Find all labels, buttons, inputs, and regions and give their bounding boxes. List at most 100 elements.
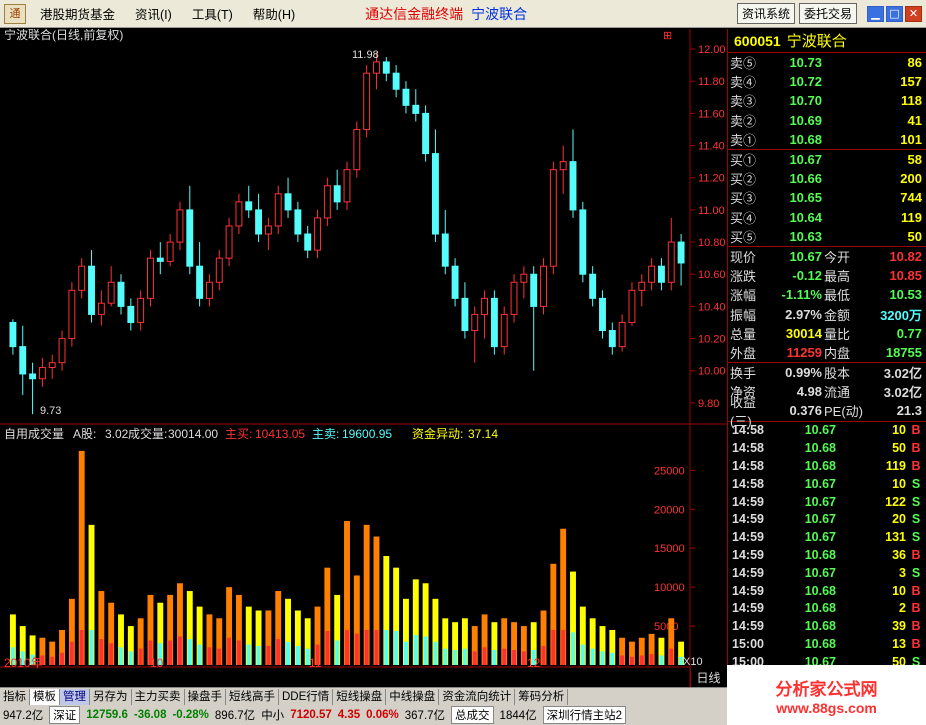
sell-row[interactable]: 卖⑤ 10.73 86 [728,53,926,72]
candle-body [530,273,538,307]
period-selector[interactable]: 日线 [690,669,726,687]
tick-direction: S [911,565,921,580]
tab-5[interactable]: 操盘手 [185,688,226,705]
tab-2[interactable]: 管理 [60,688,90,705]
tab-9[interactable]: 中线操盘 [386,688,440,705]
stat-value-2: 18755 [885,344,922,360]
stat-row: 换手 0.99% 股本 3.02亿 [728,363,926,382]
tick-row: 14:59 10.68 10 B [728,582,926,600]
tab-11[interactable]: 筹码分析 [515,688,569,705]
trade-button[interactable]: 委托交易 [798,3,857,24]
buy-volume: 119 [901,209,922,225]
tab-0[interactable]: 指标 [0,688,30,705]
app-logo-icon[interactable]: 通 [4,3,26,24]
vol-a-value: 3.02 [105,427,129,441]
volume-inner-bar [482,647,487,665]
menu-bar: 通 港股期货基金 资讯(I) 工具(T) 帮助(H) 通达信金融终端 宁波联合 … [0,0,926,28]
menu-item-help[interactable]: 帮助(H) [243,4,305,23]
tick-row: 14:59 10.68 2 B [728,600,926,618]
volume-inner-bar [600,651,605,665]
status-sme-name[interactable]: 中小 [258,707,287,723]
menu-item-info[interactable]: 资讯(I) [125,4,182,23]
tab-8[interactable]: 短线操盘 [333,688,387,705]
volume-inner-bar [187,639,192,665]
stat-row: 收益(三) 0.376 PE(动) 21.3 [728,395,926,429]
sell-value: 19600.95 [342,427,392,441]
high-label: 11.98 [352,49,379,61]
kline-chart[interactable]: 12.00 11.80 11.60 11.40 11.20 11.00 10.80 10.60… [0,29,727,687]
tab-4[interactable]: 主力买卖 [132,688,185,705]
stat-label: 换手 [730,366,757,382]
buy-row[interactable]: 买④ 10.64 119 [728,208,926,227]
volume-inner-bar [138,648,143,665]
stat-value: 4.98 [796,384,822,400]
tab-7[interactable]: DDE行情 [279,688,334,705]
stat-label: 涨跌 [730,269,757,285]
tick-list[interactable]: 14:58 10.67 10 B 14:58 10.68 50 B 14:58 10.68 119 B… [728,422,926,671]
minimize-icon[interactable]: ▁ [867,5,884,22]
candle-body [540,265,547,307]
sell-label: 卖③ [730,94,757,110]
brand-url: www.88gs.com [776,699,877,716]
candle-body [422,112,430,155]
menu-item-tools[interactable]: 工具(T) [182,4,243,23]
stat-label-2: 最低 [824,288,851,304]
status-server[interactable]: 深圳行情主站2 [542,706,627,724]
vol-value: 30014.00 [168,427,218,441]
candle-body [215,257,223,283]
volume-inner-bar [178,636,182,665]
candle-body [353,128,361,171]
candle-body [471,313,479,332]
status-bar: 947.2亿 深证 12759.6 -36.08 -0.28% 896.7亿 中… [0,705,727,725]
tick-volume: 13 [892,637,906,652]
tick-time: 14:59 [732,601,764,616]
candle-body [490,297,498,348]
chart-settings-icon[interactable]: ⊞ [663,30,672,42]
tab-6[interactable]: 短线高手 [226,688,279,705]
candle-body [333,185,341,203]
stat-label-2: 流通 [824,385,851,401]
candle-body [677,241,685,264]
tab-3[interactable]: 另存为 [90,688,132,705]
sell-row[interactable]: 卖③ 10.70 118 [728,91,926,110]
stat-value-2: 3.02亿 [883,385,922,401]
status-index-name[interactable]: 深证 [49,706,81,724]
buy-volume: 744 [900,190,922,206]
candle-body [137,297,145,323]
candle-body [500,313,508,348]
sell-row[interactable]: 卖① 10.68 101 [728,130,926,149]
sell-label: 卖④ [730,75,757,91]
menu-item-hk[interactable]: 港股期货基金 [30,4,125,23]
candle-body [304,233,312,251]
vol-indicator-name: 自用成交量 [4,426,64,441]
buy-label: 买② [730,172,757,188]
candle-body [589,273,597,299]
tick-row: 14:59 10.68 36 B [728,546,926,564]
buy-label: 买④ [730,210,757,226]
buy-row[interactable]: 买⑤ 10.63 50 [728,227,926,246]
indicator-tabs: 指标 模板 管理 另存为 主力买卖 操盘手 短线高手 DDE行情 短线操盘 中线操盘 资金流向统计筹… [0,687,727,705]
sell-price: 10.70 [789,93,822,109]
buy-volume: 50 [907,228,922,244]
buy-volume: 58 [907,152,922,168]
volume-inner-bar [236,640,241,665]
sell-row[interactable]: 卖② 10.69 41 [728,111,926,130]
sell-row[interactable]: 卖④ 10.72 157 [728,72,926,91]
buy-price: 10.63 [789,228,822,244]
stat-row: 涨幅 -1.11% 最低 10.53 [728,285,926,304]
volume-axis-label: 15000 [654,543,685,555]
status-sh-amount: 947.2亿 [3,710,44,722]
tab-10[interactable]: 资金流向统计 [439,688,516,705]
buy-row[interactable]: 买① 10.67 58 [728,150,926,169]
info-system-button[interactable]: 资讯系统 [736,3,795,24]
candle-body [245,201,253,211]
tick-direction: S [911,512,921,527]
tick-volume: 10 [892,476,906,491]
maximize-icon[interactable]: □ [886,5,903,22]
buy-row[interactable]: 买③ 10.65 744 [728,188,926,207]
tab-1[interactable]: 模板 [30,688,60,705]
stat-row: 总量 30014 量比 0.77 [728,324,926,343]
buy-row[interactable]: 买② 10.66 200 [728,169,926,188]
close-icon[interactable]: ✕ [905,5,922,22]
volume-inner-bar [462,648,467,665]
